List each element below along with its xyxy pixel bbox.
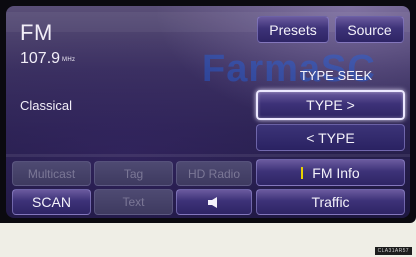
fm-info-button[interactable]: FM Info	[256, 159, 405, 186]
type-seek-label: TYPE SEEK	[299, 68, 373, 83]
divider-band	[6, 154, 410, 157]
multicast-button: Multicast	[12, 161, 91, 186]
tag-button: Tag	[94, 161, 173, 186]
type-prev-button[interactable]: < TYPE	[256, 124, 405, 151]
band-label: FM	[20, 20, 53, 45]
scan-button[interactable]: SCAN	[12, 189, 91, 215]
hd-radio-button: HD Radio	[176, 161, 252, 186]
presets-button[interactable]: Presets	[257, 16, 329, 43]
genre-label: Classical	[20, 98, 73, 113]
radio-screen: FM 107.9 MHz Classical FarmaSC Presets So…	[6, 6, 410, 218]
frequency-value: 107.9	[20, 50, 61, 67]
traffic-button[interactable]: Traffic	[256, 189, 405, 215]
display-bezel: FM 107.9 MHz Classical FarmaSC Presets So…	[0, 0, 416, 223]
sound-button[interactable]	[176, 189, 252, 215]
speaker-icon	[208, 196, 217, 208]
text-button: Text	[94, 189, 173, 215]
frequency-unit: MHz	[62, 57, 76, 63]
figure-caption: CLA31AR57	[374, 247, 412, 255]
type-next-button[interactable]: TYPE >	[256, 90, 405, 120]
info-indicator-icon	[301, 166, 304, 179]
fm-info-label: FM Info	[312, 164, 360, 181]
source-button[interactable]: Source	[335, 16, 404, 43]
frequency-display: 107.9 MHz	[20, 50, 75, 68]
